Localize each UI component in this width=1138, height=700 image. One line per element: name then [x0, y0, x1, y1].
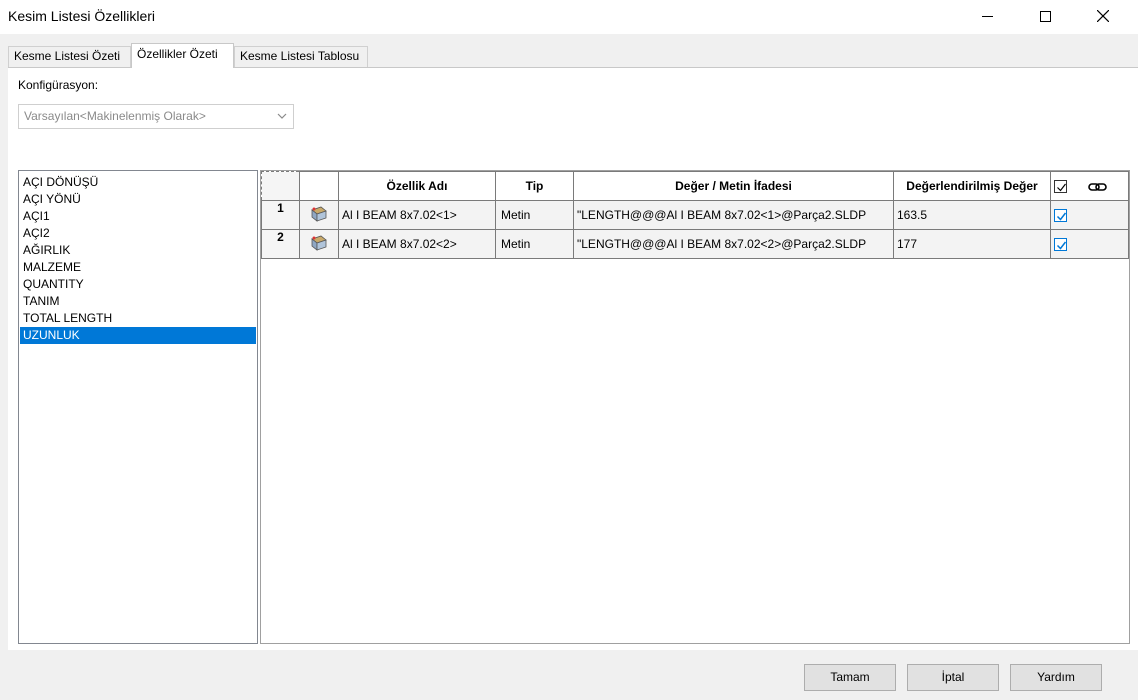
- title-bar: Kesim Listesi Özellikleri: [0, 0, 1138, 34]
- evaluated-value-cell: 177: [893, 229, 1051, 259]
- configuration-selected-value: Varsayılan<Makinelenmiş Olarak>: [24, 109, 206, 123]
- maximize-button[interactable]: [1016, 0, 1074, 32]
- table-corner: [261, 171, 300, 201]
- property-list-item[interactable]: TANIM: [20, 293, 256, 310]
- property-list-item[interactable]: MALZEME: [20, 259, 256, 276]
- select-all-checkbox[interactable]: [1054, 180, 1067, 194]
- tab-cut-list-table[interactable]: Kesme Listesi Tablosu: [234, 46, 368, 67]
- column-header-evaluated-value: Değerlendirilmiş Değer: [893, 171, 1051, 201]
- properties-grid: Özellik Adı Tip Değer / Metin İfadesi De…: [260, 170, 1130, 644]
- configuration-label: Konfigürasyon:: [18, 78, 99, 92]
- help-button[interactable]: Yardım: [1010, 664, 1102, 691]
- configuration-dropdown[interactable]: Varsayılan<Makinelenmiş Olarak>: [18, 104, 294, 129]
- maximize-icon: [1039, 10, 1051, 22]
- property-list-item[interactable]: QUANTITY: [20, 276, 256, 293]
- value-expression-cell[interactable]: "LENGTH@@@Al I BEAM 8x7.02<2>@Parça2.SLD…: [573, 229, 894, 259]
- properties-table: Özellik Adı Tip Değer / Metin İfadesi De…: [261, 171, 1129, 259]
- cut-list-item-icon: [311, 206, 327, 222]
- property-name-cell[interactable]: Al I BEAM 8x7.02<1>: [338, 200, 496, 230]
- tab-properties-summary[interactable]: Özellikler Özeti: [131, 43, 234, 68]
- close-button[interactable]: [1074, 0, 1132, 32]
- property-list-item[interactable]: AÇI DÖNÜŞÜ: [20, 174, 256, 191]
- row-checkbox[interactable]: [1054, 238, 1067, 252]
- property-list-item[interactable]: AÇI2: [20, 225, 256, 242]
- table-row[interactable]: 2 Al I BEAM 8x7.02<2> Metin "LENGTH@@@Al…: [261, 229, 1129, 259]
- cut-list-item-icon: [311, 235, 327, 251]
- property-list-item[interactable]: UZUNLUK: [20, 327, 256, 344]
- window-title: Kesim Listesi Özellikleri: [8, 8, 156, 24]
- column-header-value-expression: Değer / Metin İfadesi: [573, 171, 894, 201]
- row-number: 2: [261, 229, 300, 259]
- minimize-icon: [981, 15, 993, 17]
- row-number: 1: [261, 200, 300, 230]
- chevron-down-icon: [277, 113, 287, 119]
- property-name-cell[interactable]: Al I BEAM 8x7.02<2>: [338, 229, 496, 259]
- cancel-button[interactable]: İptal: [907, 664, 999, 691]
- column-header-type: Tip: [495, 171, 574, 201]
- tab-cut-list-summary[interactable]: Kesme Listesi Özeti: [8, 46, 131, 67]
- column-header-property-name: Özellik Adı: [338, 171, 496, 201]
- table-row[interactable]: 1 Al I BEAM 8x7.02<1> Metin "LENGTH@@@Al…: [261, 200, 1129, 230]
- ok-button[interactable]: Tamam: [804, 664, 896, 691]
- minimize-button[interactable]: [958, 0, 1016, 32]
- column-header-options: [1050, 171, 1129, 201]
- property-list[interactable]: AÇI DÖNÜŞÜ AÇI YÖNÜ AÇI1 AÇI2 AĞIRLIK MALZEME…: [18, 170, 258, 644]
- property-list-item[interactable]: TOTAL LENGTH: [20, 310, 256, 327]
- type-cell[interactable]: Metin: [495, 200, 574, 230]
- row-checkbox[interactable]: [1054, 209, 1067, 223]
- evaluated-value-cell: 163.5: [893, 200, 1051, 230]
- value-expression-cell[interactable]: "LENGTH@@@Al I BEAM 8x7.02<1>@Parça2.SLD…: [573, 200, 894, 230]
- type-cell[interactable]: Metin: [495, 229, 574, 259]
- property-list-item[interactable]: AÇI1: [20, 208, 256, 225]
- close-icon: [1097, 10, 1109, 22]
- property-list-item[interactable]: AĞIRLIK: [20, 242, 256, 259]
- icon-column-header: [299, 171, 339, 201]
- property-list-item[interactable]: AÇI YÖNÜ: [20, 191, 256, 208]
- link-icon[interactable]: [1088, 181, 1108, 193]
